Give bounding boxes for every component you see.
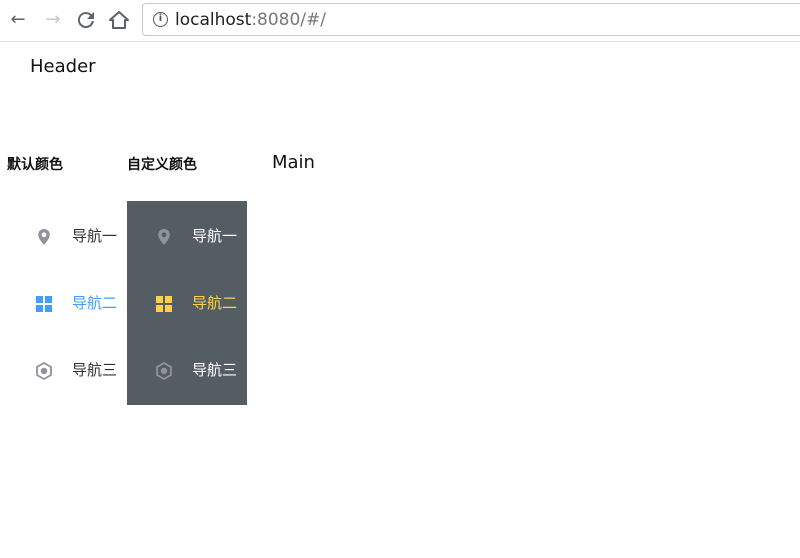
menu-grid-icon (35, 295, 53, 313)
address-bar[interactable]: i localhost:8080/#/ (142, 3, 800, 36)
info-icon[interactable]: i (153, 12, 168, 27)
browser-toolbar: ← → i localhost:8080/#/ (0, 0, 800, 42)
nav-item-label: 导航一 (192, 227, 238, 245)
nav-item-label: 导航二 (72, 294, 118, 312)
location-icon (35, 228, 53, 246)
setting-icon (35, 361, 53, 381)
setting-icon (155, 361, 173, 381)
forward-arrow-icon[interactable]: → (41, 8, 65, 32)
home-icon[interactable] (107, 8, 131, 32)
custom-nav-menu: 导航一 导航二 导航三 (127, 201, 247, 405)
nav-item-2[interactable]: 导航二 (7, 276, 127, 332)
url-text[interactable]: localhost:8080/#/ (175, 10, 326, 30)
page-header: Header (30, 56, 96, 77)
reload-icon[interactable] (74, 8, 98, 32)
nav-item-3[interactable]: 导航三 (127, 343, 247, 399)
nav-item-label: 导航三 (192, 361, 238, 379)
menu-grid-icon (155, 295, 173, 313)
nav-item-label: 导航三 (72, 361, 118, 379)
nav-item-3[interactable]: 导航三 (7, 343, 127, 399)
main-content: Main (272, 152, 315, 173)
nav-item-2[interactable]: 导航二 (127, 276, 247, 332)
custom-color-title: 自定义颜色 (127, 157, 197, 173)
nav-item-label: 导航二 (192, 294, 238, 312)
nav-item-label: 导航一 (72, 227, 118, 245)
default-color-title: 默认颜色 (7, 157, 63, 173)
default-nav-menu: 导航一 导航二 导航三 (7, 201, 127, 405)
nav-item-1[interactable]: 导航一 (127, 209, 247, 265)
back-arrow-icon[interactable]: ← (6, 8, 30, 32)
nav-item-1[interactable]: 导航一 (7, 209, 127, 265)
location-icon (155, 228, 173, 246)
